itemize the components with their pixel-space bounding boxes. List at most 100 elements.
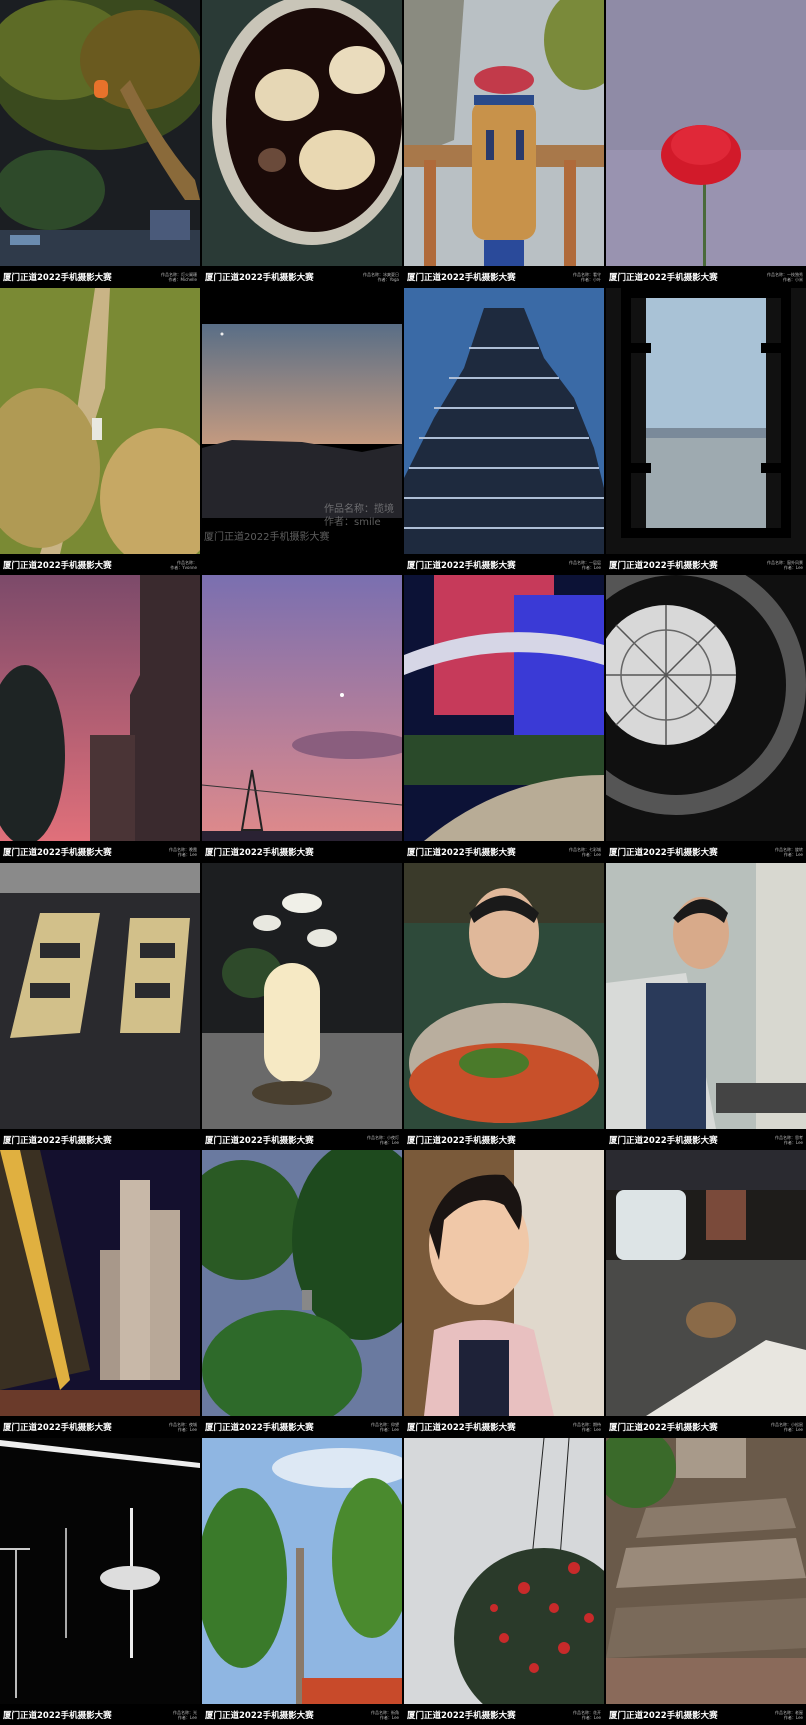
caption-author: 作者：Lee	[581, 852, 601, 857]
caption-title: 厦门正道2022手机摄影大赛	[3, 1423, 112, 1433]
photo-caption: 厦门正道2022手机摄影大赛 作品名称：一枝独秀 作者：小米	[606, 266, 806, 288]
photo-card[interactable]: 厦门正道2022手机摄影大赛 作品名称：晚霞 作者：Lee	[0, 575, 200, 863]
photo-caption: 厦门正道2022手机摄影大赛 作品名称：街角 作者：Lee	[202, 1704, 402, 1725]
caption-meta: 作品名称：窗外风景 作者：Lee	[767, 560, 803, 570]
caption-title: 厦门正道2022手机摄影大赛	[609, 560, 718, 571]
photo-card[interactable]: 厦门正道2022手机摄影大赛 作品名称：街角 作者：Lee	[202, 1437, 402, 1725]
photo-tree-pole-blue-sky	[202, 1437, 402, 1704]
photo-red-carnation	[606, 0, 806, 266]
photo-caption: 厦门正道2022手机摄影大赛	[202, 841, 402, 863]
caption-meta: 作品名称：小夜灯 作者：Lee	[367, 1135, 399, 1145]
caption-author: 作者：Lee	[581, 1427, 601, 1432]
caption-title: 厦门正道2022手机摄影大赛	[205, 848, 314, 858]
caption-title: 厦门正道2022手机摄影大赛	[3, 1710, 112, 1721]
photo-caption: 厦门正道2022手机摄影大赛 作品名称：小松鼠 作者：Lee	[606, 1416, 806, 1438]
photo-caption	[202, 554, 402, 575]
photo-card[interactable]: 厦门正道2022手机摄影大赛 作品名称：期待 作者：Lee	[404, 1150, 604, 1438]
caption-author: 作者：Lee	[379, 1139, 399, 1145]
caption-author: 作者：Lee	[783, 1139, 803, 1145]
photo-card[interactable]: 厦门正道2022手机摄影大赛 作品名称：旋转 作者：Lee	[606, 575, 806, 863]
caption-title: 厦门正道2022手机摄影大赛	[205, 1710, 314, 1721]
caption-meta: 作品名称：小松鼠 作者：Lee	[771, 1422, 803, 1432]
photo-lamp-flowers	[202, 862, 402, 1129]
photo-card[interactable]: 厦门正道2022手机摄影大赛 作品名称：一层层 作者：Lee	[404, 287, 604, 575]
photo-dusk-mountain-silhouette: 作品名称：揽境 作者：smile 厦门正道2022手机摄影大赛	[202, 287, 402, 554]
caption-meta: 作品名称：冰爽夏日 作者：Yoga	[363, 272, 399, 282]
photo-card[interactable]: 厦门正道2022手机摄影大赛 作品名称： 作者：Yvonne	[0, 287, 200, 575]
caption-title: 厦门正道2022手机摄影大赛	[407, 560, 516, 571]
photo-card[interactable]: 厦门正道2022手机摄影大赛 作品名称：冰爽夏日 作者：Yoga	[202, 0, 402, 288]
caption-meta: 作品名称：光 作者：Lee	[173, 1710, 197, 1720]
caption-meta: 作品名称：看守 作者：小叶	[573, 272, 601, 282]
photo-card[interactable]: 厦门正道2022手机摄影大赛 作品名称：老屋 作者：Lee	[606, 1437, 806, 1725]
photo-card[interactable]: 厦门正道2022手机摄影大赛 作品名称：小夜灯 作者：Lee	[202, 862, 402, 1150]
photo-grass-hill-path	[0, 287, 200, 554]
photo-purple-sky-moon	[202, 575, 402, 841]
photo-card[interactable]: 厦门正道2022手机摄影大赛 作品名称：看守 作者：小叶	[404, 0, 604, 288]
caption-title: 厦门正道2022手机摄影大赛	[205, 273, 314, 283]
photo-card[interactable]: 厦门正道2022手机摄影大赛 作品名称：花开 作者：Lee	[404, 1437, 604, 1725]
caption-work-name: 作品名称：小夜灯	[367, 1134, 399, 1140]
caption-author: 作者：Lee	[177, 1714, 197, 1720]
caption-meta: 作品名称：七彩城 作者：Lee	[569, 847, 601, 857]
caption-author: 作者：Yvonne	[170, 564, 197, 570]
caption-meta: 作品名称：老屋 作者：Lee	[775, 1710, 803, 1720]
caption-title: 厦门正道2022手机摄影大赛	[407, 1135, 516, 1146]
caption-work-name: 作品名称：花开	[573, 1709, 601, 1715]
photo-man-eating-dish	[404, 862, 604, 1129]
caption-author: 作者：Lee	[783, 1427, 803, 1432]
photo-card[interactable]: 厦门正道2022手机摄影大赛 作品名称：夜城 作者：Lee	[0, 1150, 200, 1438]
caption-meta: 作品名称：思考 作者：Lee	[775, 1135, 803, 1145]
caption-work-name: 作品名称：窗外风景	[767, 559, 803, 565]
caption-title: 厦门正道2022手机摄影大赛	[3, 848, 112, 858]
caption-author: 作者：Lee	[177, 852, 197, 857]
photo-caption: 厦门正道2022手机摄影大赛	[0, 1129, 200, 1150]
caption-meta: 作品名称：旋转 作者：Lee	[775, 847, 803, 857]
photo-child-looking-up	[404, 1150, 604, 1416]
caption-meta: 作品名称：夜城 作者：Lee	[169, 1422, 197, 1432]
caption-title: 厦门正道2022手机摄影大赛	[609, 1135, 718, 1146]
photo-old-rooftops	[606, 1437, 806, 1704]
photo-caption: 厦门正道2022手机摄影大赛 作品名称：窗外风景 作者：Lee	[606, 554, 806, 575]
photo-card[interactable]: 厦门正道2022手机摄影大赛 作品名称：一枝独秀 作者：小米	[606, 0, 806, 288]
caption-title: 厦门正道2022手机摄影大赛	[609, 1710, 718, 1721]
photo-caption: 厦门正道2022手机摄影大赛 作品名称：仰望 作者：Lee	[202, 1416, 402, 1438]
photo-caption: 厦门正道2022手机摄影大赛 作品名称：光 作者：Lee	[0, 1704, 200, 1725]
photo-card[interactable]: 厦门正道2022手机摄影大赛	[202, 575, 402, 863]
caption-title: 厦门正道2022手机摄影大赛	[205, 1423, 314, 1433]
caption-title: 厦门正道2022手机摄影大赛	[609, 848, 718, 858]
photo-card[interactable]: 厦门正道2022手机摄影大赛 作品名称：仰望 作者：Lee	[202, 1150, 402, 1438]
photo-card[interactable]: 厦门正道2022手机摄影大赛	[0, 862, 200, 1150]
caption-title: 厦门正道2022手机摄影大赛	[3, 560, 112, 571]
photo-tree-lantern-street	[0, 0, 200, 266]
photo-card[interactable]: 厦门正道2022手机摄影大赛 作品名称：灯火阑珊 作者：Michelle	[0, 0, 200, 288]
photo-card[interactable]: 作品名称：揽境 作者：smile 厦门正道2022手机摄影大赛	[202, 287, 402, 575]
caption-author: 作者：Lee	[581, 564, 601, 570]
photo-watermark-author: 作者：smile	[324, 516, 381, 528]
caption-meta: 作品名称：一层层 作者：Lee	[569, 560, 601, 570]
caption-meta: 作品名称：花开 作者：Lee	[573, 1710, 601, 1720]
photo-card[interactable]: 厦门正道2022手机摄影大赛 作品名称：七彩城 作者：Lee	[404, 575, 604, 863]
photo-card[interactable]: 厦门正道2022手机摄影大赛 作品名称：思考 作者：Lee	[606, 862, 806, 1150]
photo-window-shadow-wall	[0, 862, 200, 1129]
photo-window-lake-view	[606, 287, 806, 554]
caption-work-name: 作品名称：思考	[775, 1134, 803, 1140]
caption-author: 作者：Lee	[581, 1714, 601, 1720]
photo-card[interactable]: 厦门正道2022手机摄影大赛 作品名称：光 作者：Lee	[0, 1437, 200, 1725]
caption-author: 作者：Lee	[783, 564, 803, 570]
photo-palm-trees-sky	[202, 1150, 402, 1416]
caption-title: 厦门正道2022手机摄影大赛	[609, 1423, 718, 1433]
caption-work-name: 作品名称：光	[173, 1709, 197, 1715]
photo-caption: 厦门正道2022手机摄影大赛 作品名称： 作者：Yvonne	[0, 554, 200, 575]
photo-caption: 厦门正道2022手机摄影大赛 作品名称：小夜灯 作者：Lee	[202, 1129, 402, 1150]
photo-man-at-laptop	[606, 862, 806, 1129]
photo-card[interactable]: 厦门正道2022手机摄影大赛	[404, 862, 604, 1150]
caption-author: 作者：Lee	[783, 852, 803, 857]
caption-author: 作者：小叶	[581, 277, 601, 282]
photo-card[interactable]: 厦门正道2022手机摄影大赛 作品名称：小松鼠 作者：Lee	[606, 1150, 806, 1438]
photo-light-beams-dark	[0, 1437, 200, 1704]
caption-author: 作者：Michelle	[168, 277, 197, 282]
photo-card[interactable]: 厦门正道2022手机摄影大赛 作品名称：窗外风景 作者：Lee	[606, 287, 806, 575]
caption-author: 作者：Yoga	[377, 277, 399, 282]
caption-meta: 作品名称：仰望 作者：Lee	[371, 1422, 399, 1432]
